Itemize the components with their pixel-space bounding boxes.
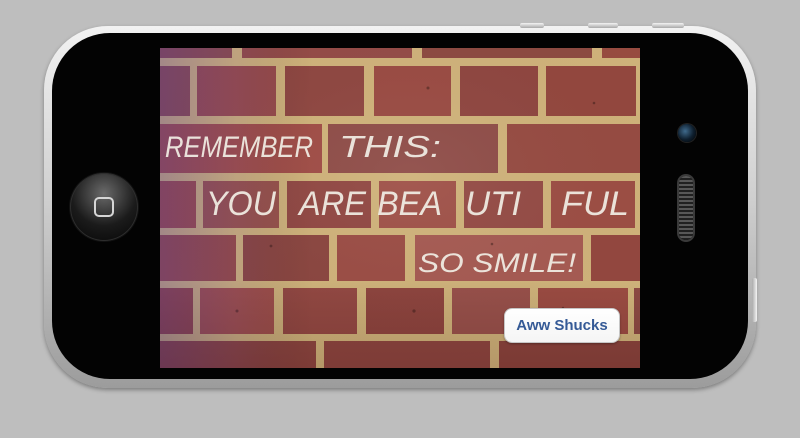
home-button[interactable] [70,173,138,241]
chalk-word-you: YOU [206,185,276,223]
volume-down-button [588,23,618,28]
chalk-word-uti: UTI [465,185,522,223]
power-button [752,278,757,322]
chalk-word-remember: REMEMBER [165,131,313,164]
aww-shucks-button[interactable]: Aww Shucks [504,308,620,343]
earpiece-speaker [679,176,693,240]
home-square-icon [94,197,114,217]
chalk-word-bea: BEA [377,185,442,223]
volume-up-button [520,23,544,28]
phone-screen: REMEMBER THIS: YOU ARE BEA UTI FUL SO SM… [160,48,640,368]
chalk-word-ful: FUL [561,185,629,223]
chalk-word-are: ARE [297,185,366,223]
chalk-word-so-smile: SO SMILE! [418,248,577,278]
front-camera [678,124,696,142]
mute-switch [652,23,684,28]
chalk-word-this: THIS: [339,129,441,164]
